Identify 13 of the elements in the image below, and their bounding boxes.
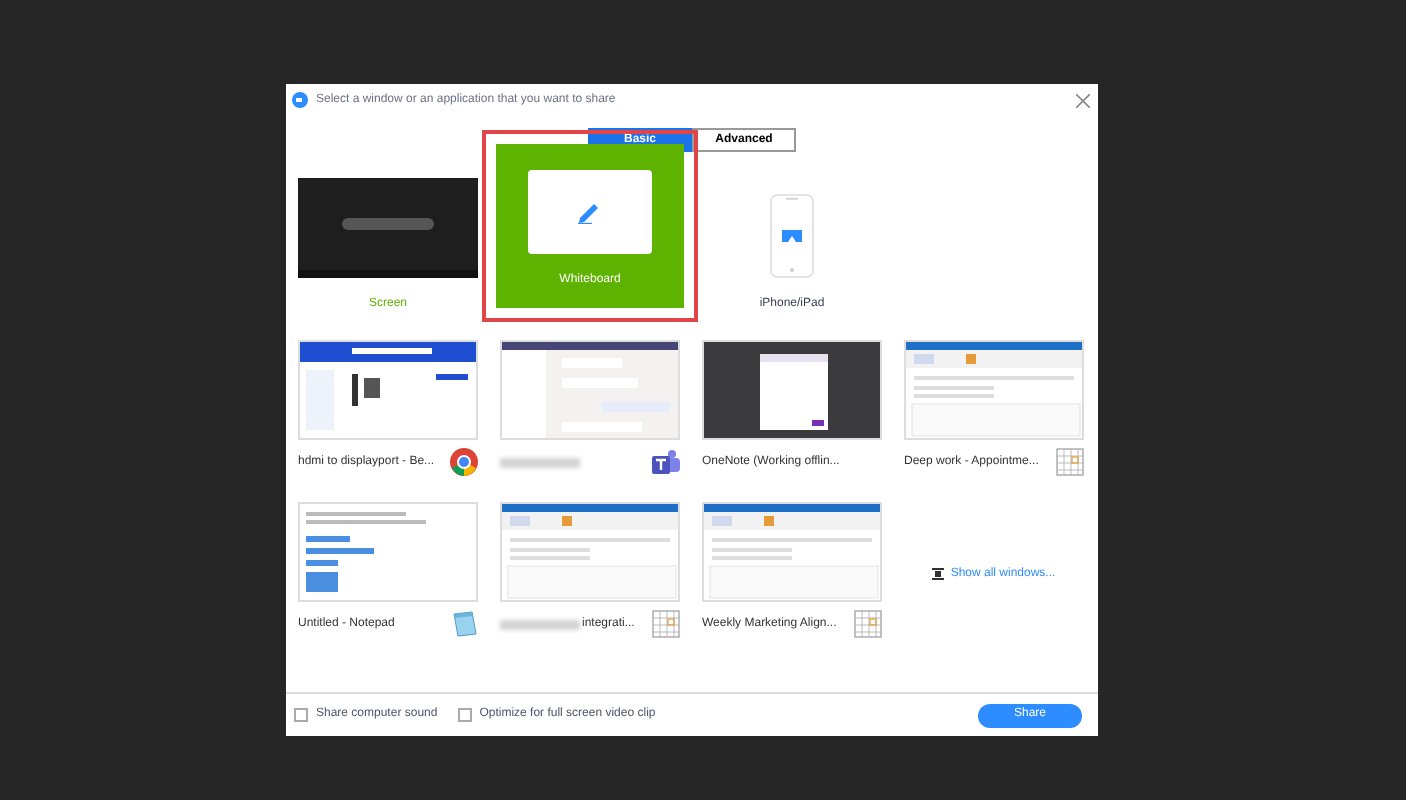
- phone-icon: [770, 194, 814, 278]
- notepad-icon: [450, 610, 478, 638]
- app-logo-icon: [292, 92, 308, 108]
- calendar-icon: [1056, 448, 1084, 476]
- windows-stack-icon: [932, 568, 945, 580]
- checkbox[interactable]: [457, 708, 472, 722]
- calendar-icon: [652, 610, 680, 638]
- people-app-icon: [652, 448, 680, 476]
- pencil-icon: [576, 200, 604, 224]
- calendar-icon: [854, 610, 882, 638]
- circle-app-icon: [450, 448, 478, 476]
- close-icon[interactable]: [1076, 93, 1090, 107]
- checkbox[interactable]: [294, 708, 308, 722]
